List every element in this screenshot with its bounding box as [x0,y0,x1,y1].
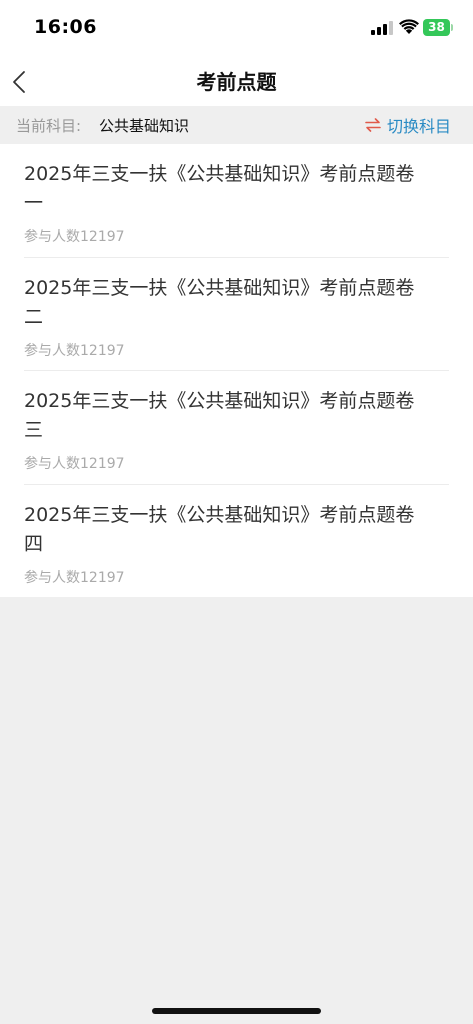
home-indicator[interactable] [152,1008,321,1014]
subject-bar: 当前科目: 公共基础知识 切换科目 [0,106,473,144]
exam-item[interactable]: 2025年三支一扶《公共基础知识》考前点题卷一 参与人数12197 [24,144,449,258]
wifi-icon [399,19,419,34]
current-subject-value: 公共基础知识 [99,117,190,135]
battery-icon: 38 [423,19,453,36]
screen: 16:06 38 考前点题 当前科目: 公共基础知识 切换科目 2025年三支一… [0,0,473,1024]
participant-count: 参与人数12197 [24,456,125,472]
status-bar: 16:06 38 [0,0,473,56]
nav-bar: 考前点题 [0,56,473,106]
exam-item[interactable]: 2025年三支一扶《公共基础知识》考前点题卷二 参与人数12197 [24,258,449,371]
participant-count: 参与人数12197 [24,229,125,245]
exam-title: 2025年三支一扶《公共基础知识》考前点题卷一 [24,163,415,214]
status-time: 16:06 [34,16,97,38]
switch-subject-label: 切换科目 [386,117,451,136]
page-title: 考前点题 [196,70,277,94]
exam-title: 2025年三支一扶《公共基础知识》考前点题卷二 [24,276,415,328]
exam-item[interactable]: 2025年三支一扶《公共基础知识》考前点题卷四 参与人数12197 [24,485,449,599]
exam-list: 2025年三支一扶《公共基础知识》考前点题卷一 参与人数12197 2025年三… [0,144,473,597]
battery-level: 38 [428,20,445,34]
switch-subject-button[interactable]: 切换科目 [365,114,451,136]
exam-title: 2025年三支一扶《公共基础知识》考前点题卷四 [24,503,415,555]
exam-item[interactable]: 2025年三支一扶《公共基础知识》考前点题卷三 参与人数12197 [24,371,449,485]
swap-arrows-icon [365,118,381,132]
exam-title: 2025年三支一扶《公共基础知识》考前点题卷三 [24,390,415,441]
signal-icon [371,21,393,35]
current-subject-label: 当前科目: [16,117,82,135]
participant-count: 参与人数12197 [24,569,125,586]
participant-count: 参与人数12197 [24,342,125,359]
